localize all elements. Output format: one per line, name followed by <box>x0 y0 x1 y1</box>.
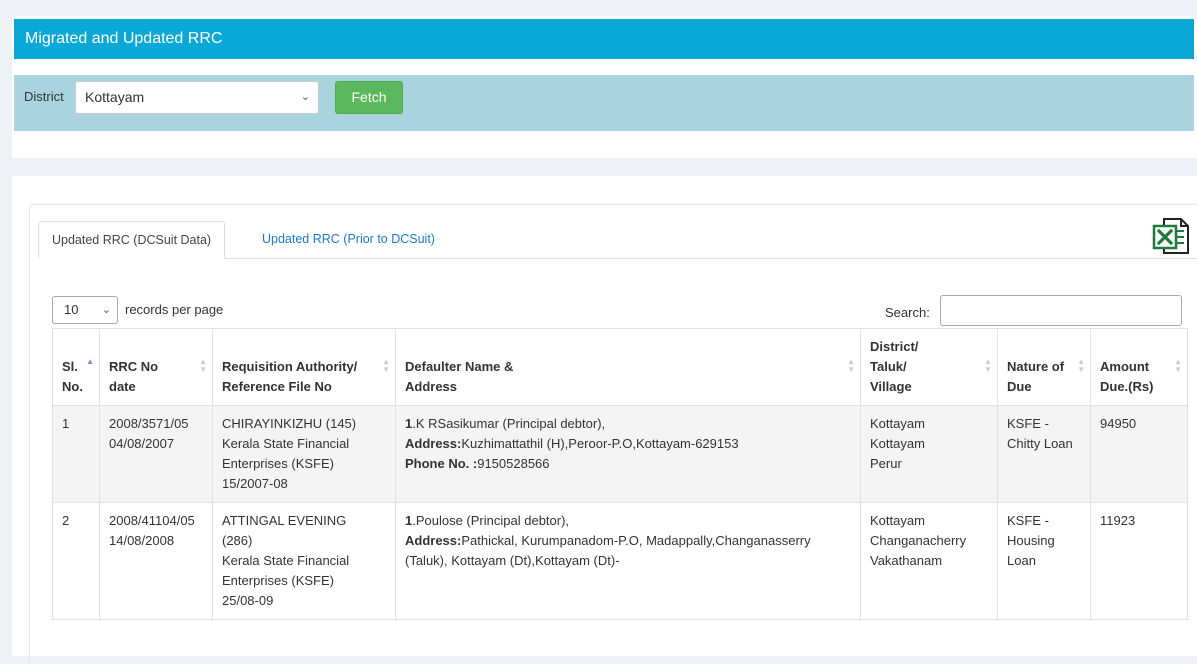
district-selected-value: Kottayam <box>85 89 145 105</box>
col-header-authority[interactable]: Requisition Authority/Reference File No … <box>212 328 396 406</box>
cell-location: Kottayam Kottayam Perur <box>860 405 998 503</box>
cell-defaulter: 1.K RSasikumar (Principal debtor), Addres… <box>395 405 861 503</box>
cell-location: Kottayam Changanacherry Vakathanam <box>860 502 998 620</box>
chevron-down-icon: ⌄ <box>300 91 310 103</box>
table-row: 1 2008/3571/05 04/08/2007 CHIRAYINKIZHU (… <box>52 405 1188 503</box>
sort-icon: ▲ ▼ <box>199 357 207 374</box>
sort-icon: ▲ ▼ <box>382 357 390 374</box>
district-select[interactable]: Kottayam ⌄ <box>75 81 319 114</box>
tab-updated-rrc-dcsuit[interactable]: Updated RRC (DCSuit Data) <box>38 221 226 259</box>
col-header-sl[interactable]: Sl. No. ▲ <box>52 328 100 406</box>
page-length-label: records per page <box>125 302 224 317</box>
col-header-rrc-no[interactable]: RRC No date ▲ ▼ <box>99 328 213 406</box>
col-header-defaulter[interactable]: Defaulter Name & Address ▲ ▼ <box>395 328 861 406</box>
sort-icon: ▲ ▼ <box>984 357 992 374</box>
cell-authority: CHIRAYINKIZHU (145) Kerala State Financia… <box>212 405 396 503</box>
sort-icon: ▲ ▼ <box>1174 357 1182 374</box>
search-input[interactable] <box>940 295 1182 326</box>
tab-updated-rrc-prior[interactable]: Updated RRC (Prior to DCSuit) <box>249 221 448 259</box>
tab-bar: Updated RRC (DCSuit Data) Updated RRC (P… <box>38 221 1197 259</box>
table-row: 2 2008/41104/05 14/08/2008 ATTINGAL EVENI… <box>52 502 1188 620</box>
cell-sl: 2 <box>52 502 100 620</box>
cell-nature: KSFE - Housing Loan <box>997 502 1091 620</box>
cell-nature: KSFE - Chitty Loan <box>997 405 1091 503</box>
search-label: Search: <box>885 305 930 320</box>
excel-export-icon[interactable] <box>1151 216 1191 256</box>
col-header-nature[interactable]: Nature of Due ▲ ▼ <box>997 328 1091 406</box>
sort-asc-icon: ▲ <box>86 357 94 366</box>
col-header-amount[interactable]: Amount Due.(Rs) ▲ ▼ <box>1090 328 1188 406</box>
results-panel: Updated RRC (DCSuit Data) Updated RRC (P… <box>12 176 1197 664</box>
col-header-location[interactable]: District/Taluk/Village ▲ ▼ <box>860 328 998 406</box>
district-label: District <box>24 89 64 104</box>
cell-sl: 1 <box>52 405 100 503</box>
chevron-down-icon: ⌄ <box>101 304 111 316</box>
filter-bar: District Kottayam ⌄ Fetch <box>14 75 1194 131</box>
cell-defaulter: 1.Poulose (Principal debtor), Address:Pat… <box>395 502 861 620</box>
panel-title: Migrated and Updated RRC <box>14 19 1194 59</box>
cell-amount: 94950 <box>1090 405 1188 503</box>
cell-rrc: 2008/3571/05 04/08/2007 <box>99 405 213 503</box>
cell-rrc: 2008/41104/05 14/08/2008 <box>99 502 213 620</box>
cell-authority: ATTINGAL EVENING (286) Kerala State Financ… <box>212 502 396 620</box>
table-header-row: Sl. No. ▲ RRC No date ▲ ▼ Requisition Autho… <box>52 328 1188 406</box>
fetch-button[interactable]: Fetch <box>335 81 403 114</box>
rrc-table: Sl. No. ▲ RRC No date ▲ ▼ Requisition Autho… <box>52 328 1188 620</box>
page-length-value: 10 <box>64 302 79 317</box>
sort-icon: ▲ ▼ <box>1077 357 1085 374</box>
page-length-select[interactable]: 10 ⌄ <box>52 296 118 324</box>
sort-icon: ▲ ▼ <box>847 357 855 374</box>
cell-amount: 11923 <box>1090 502 1188 620</box>
